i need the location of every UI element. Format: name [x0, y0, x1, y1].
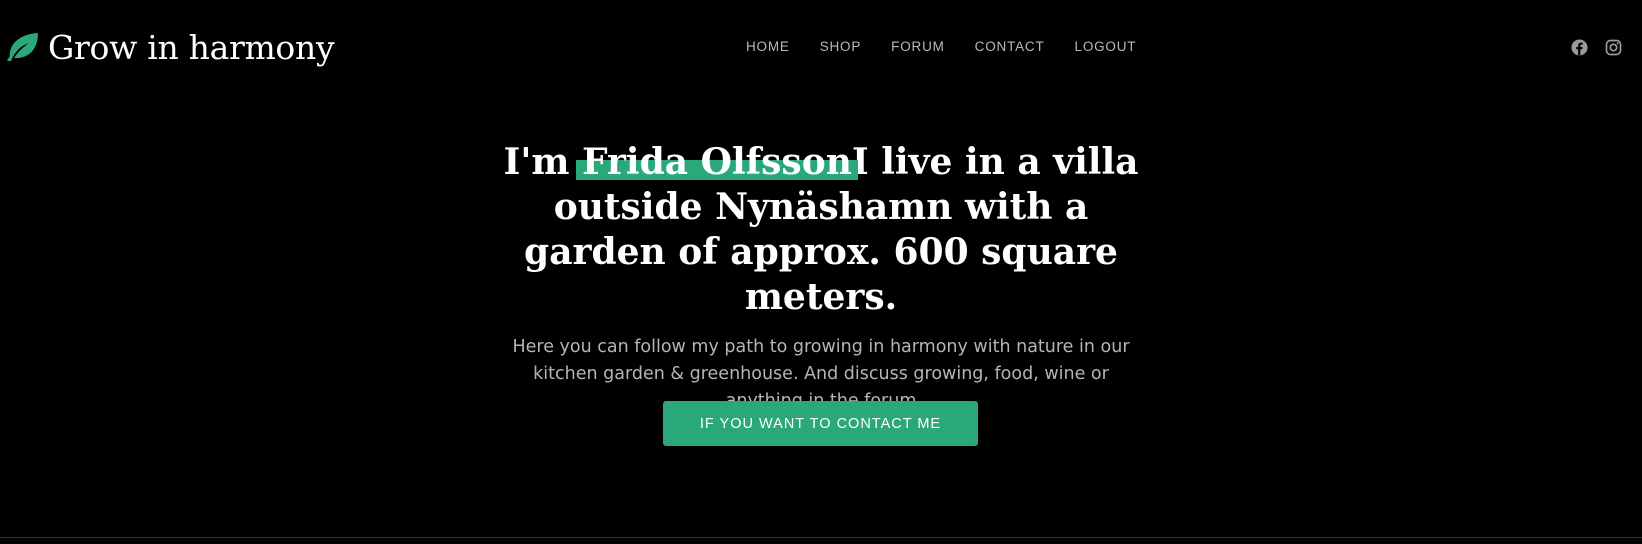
hero-section: I'm Frida Olfsson I live in a villa outs… [0, 140, 1642, 415]
nav-shop[interactable]: SHOP [820, 38, 861, 56]
nav-contact[interactable]: CONTACT [975, 38, 1045, 56]
site-header: Grow in harmony HOME SHOP FORUM CONTACT … [0, 0, 1642, 95]
headline-prefix: I'm [503, 141, 583, 183]
headline-highlight-text: Frida Olfsson [582, 141, 852, 183]
facebook-icon[interactable] [1571, 39, 1588, 56]
leaf-icon [7, 33, 38, 61]
nav-home[interactable]: HOME [746, 38, 790, 56]
nav-forum[interactable]: FORUM [891, 38, 945, 56]
section-divider [0, 537, 1642, 538]
contact-me-button[interactable]: IF YOU WANT TO CONTACT ME [663, 401, 978, 446]
headline-highlight: Frida Olfsson [576, 140, 858, 185]
instagram-icon[interactable] [1605, 39, 1622, 56]
brand-name: Grow in harmony [48, 27, 335, 67]
social-links [1571, 39, 1622, 56]
brand-logo[interactable]: Grow in harmony [5, 26, 335, 68]
nav-logout[interactable]: LOGOUT [1075, 38, 1137, 56]
main-nav: HOME SHOP FORUM CONTACT LOGOUT [746, 38, 1166, 56]
hero-headline: I'm Frida Olfsson I live in a villa outs… [501, 140, 1141, 320]
